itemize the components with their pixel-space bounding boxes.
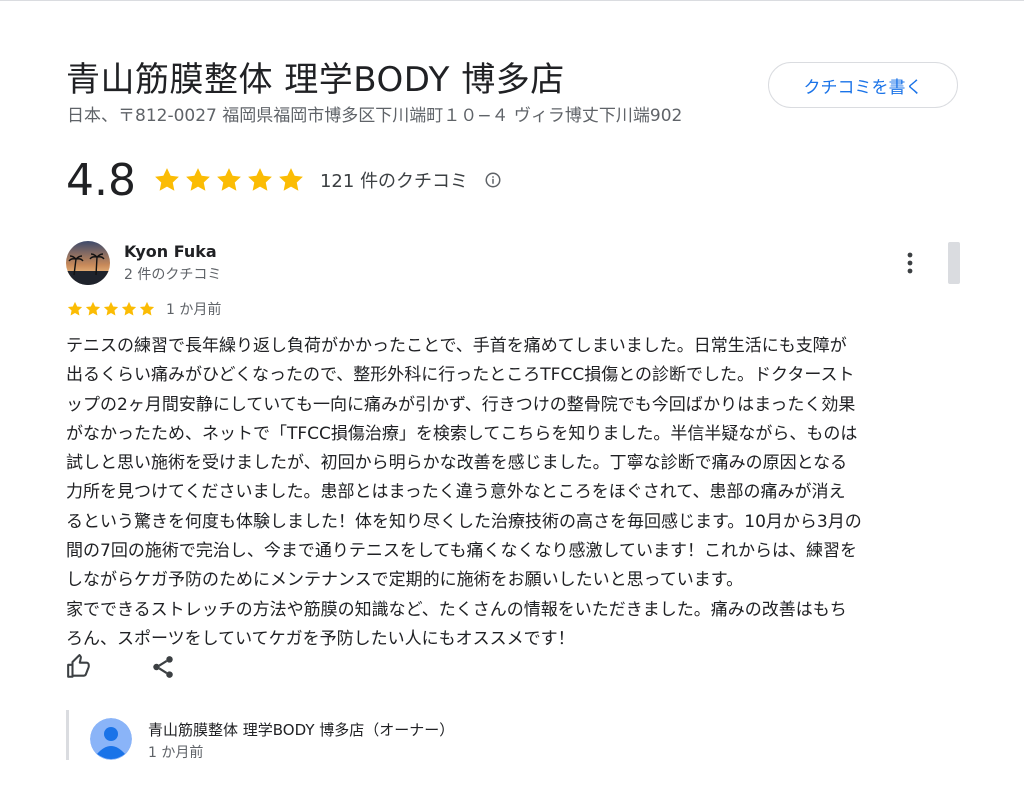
business-title: 青山筋膜整体 理学BODY 博多店 [66, 60, 565, 100]
review-count[interactable]: 121 件のクチコミ [320, 167, 468, 193]
info-icon[interactable] [484, 171, 502, 189]
review-date: 1 か月前 [166, 302, 222, 318]
star-icon [152, 165, 182, 195]
star-icon [245, 165, 275, 195]
owner-name: 青山筋膜整体 理学BODY 博多店（オーナー） [148, 721, 455, 739]
review-stars [66, 300, 156, 318]
star-icon [120, 300, 138, 318]
thumb-up-icon[interactable] [66, 654, 92, 680]
star-icon [214, 165, 244, 195]
reviewer-avatar[interactable] [66, 241, 110, 285]
owner-reply-date: 1 か月前 [148, 745, 204, 761]
more-vert-icon[interactable] [900, 250, 920, 276]
star-icon [183, 165, 213, 195]
rating-stars [152, 165, 306, 195]
reviewer-name[interactable]: Kyon Fuka [124, 242, 217, 261]
top-divider [0, 0, 1024, 1]
star-icon [138, 300, 156, 318]
star-icon [66, 300, 84, 318]
star-icon [102, 300, 120, 318]
owner-avatar [90, 718, 132, 760]
owner-reply-bar [66, 710, 69, 760]
review-text: テニスの練習で長年繰り返し負荷がかかったことで、手首を痛めてしまいました。日常生… [66, 336, 862, 649]
write-review-button[interactable]: クチコミを書く [768, 62, 958, 108]
share-icon[interactable] [150, 654, 176, 680]
star-icon [84, 300, 102, 318]
average-rating: 4.8 [66, 154, 136, 206]
scrollbar-thumb[interactable] [948, 242, 960, 284]
rating-summary: 4.8 121 件のクチコミ [66, 152, 502, 208]
star-icon [276, 165, 306, 195]
business-address: 日本、〒812-0027 福岡県福岡市博多区下川端町１０−４ ヴィラ博丈下川端9… [67, 106, 683, 126]
reviewer-review-count: 2 件のクチコミ [124, 267, 222, 283]
